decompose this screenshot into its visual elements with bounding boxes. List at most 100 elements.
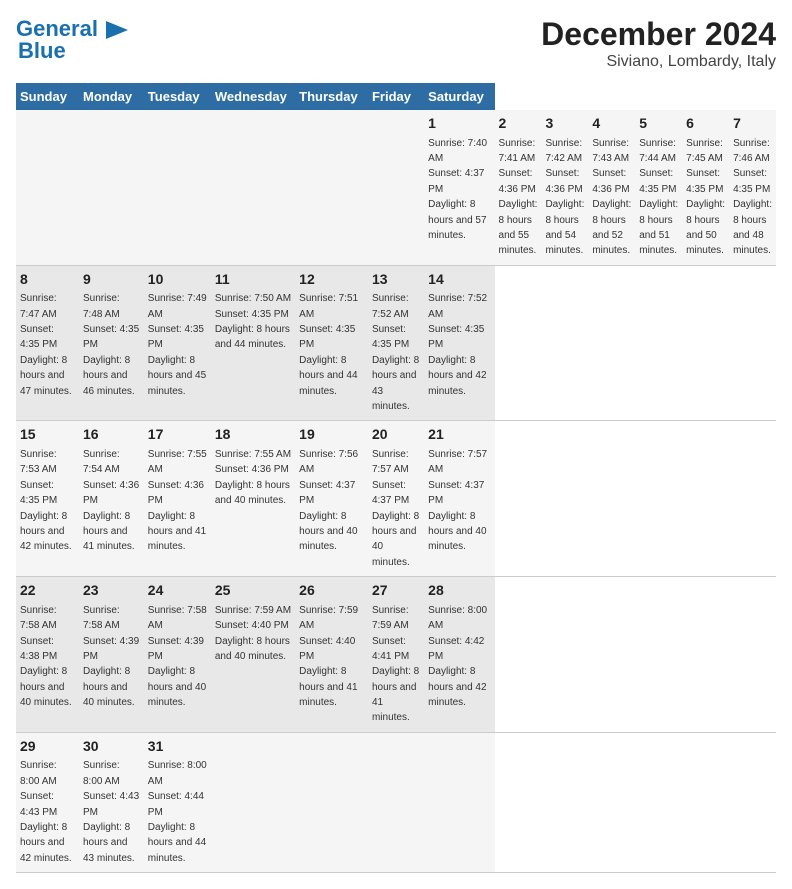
- day-info: Sunrise: 7:52 AMSunset: 4:35 PMDaylight:…: [428, 293, 487, 396]
- table-row: [368, 732, 424, 872]
- table-row: [79, 110, 144, 265]
- day-info: Sunrise: 7:55 AMSunset: 4:36 PMDaylight:…: [148, 449, 207, 552]
- day-number: 8: [20, 270, 75, 290]
- day-number: 4: [592, 114, 631, 134]
- calendar-week-row: 29Sunrise: 8:00 AMSunset: 4:43 PMDayligh…: [16, 732, 776, 872]
- calendar-title: December 2024: [541, 16, 776, 53]
- day-info: Sunrise: 7:59 AMSunset: 4:40 PMDaylight:…: [215, 605, 291, 662]
- day-number: 12: [299, 270, 364, 290]
- col-thursday: Thursday: [295, 83, 368, 110]
- table-row: 5Sunrise: 7:44 AMSunset: 4:35 PMDaylight…: [635, 110, 682, 265]
- table-row: 30 Sunrise: 8:00 AMSunset: 4:43 PMDayligh…: [79, 732, 144, 872]
- table-row: 28 Sunrise: 8:00 AMSunset: 4:42 PMDayligh…: [424, 577, 494, 733]
- logo-arrow-icon: [106, 21, 128, 39]
- day-number: 15: [20, 425, 75, 445]
- table-row: 18 Sunrise: 7:55 AMSunset: 4:36 PMDayligh…: [211, 421, 295, 577]
- calendar-header-row: Sunday Monday Tuesday Wednesday Thursday…: [16, 83, 776, 110]
- table-row: 22 Sunrise: 7:58 AMSunset: 4:38 PMDayligh…: [16, 577, 79, 733]
- day-info: Sunrise: 8:00 AMSunset: 4:43 PMDaylight:…: [20, 760, 72, 863]
- col-tuesday: Tuesday: [144, 83, 211, 110]
- table-row: 11 Sunrise: 7:50 AMSunset: 4:35 PMDayligh…: [211, 265, 295, 421]
- day-info: Sunrise: 7:56 AMSunset: 4:37 PMDaylight:…: [299, 449, 358, 552]
- day-number: 19: [299, 425, 364, 445]
- day-number: 21: [428, 425, 490, 445]
- calendar-week-row: 15 Sunrise: 7:53 AMSunset: 4:35 PMDayligh…: [16, 421, 776, 577]
- table-row: 4Sunrise: 7:43 AMSunset: 4:36 PMDaylight…: [588, 110, 635, 265]
- calendar-title-block: December 2024 Siviano, Lombardy, Italy: [541, 16, 776, 71]
- table-row: 24Sunrise: 7:58 AMSunset: 4:39 PMDayligh…: [144, 577, 211, 733]
- day-number: 28: [428, 581, 490, 601]
- table-row: 13Sunrise: 7:52 AMSunset: 4:35 PMDayligh…: [368, 265, 424, 421]
- day-number: 31: [148, 737, 207, 757]
- day-info: Sunrise: 7:46 AMSunset: 4:35 PMDaylight:…: [733, 138, 772, 257]
- day-info: Sunrise: 7:55 AMSunset: 4:36 PMDaylight:…: [215, 449, 291, 506]
- table-row: [295, 732, 368, 872]
- table-row: 27Sunrise: 7:59 AMSunset: 4:41 PMDayligh…: [368, 577, 424, 733]
- logo-subtext: Blue: [18, 38, 66, 64]
- day-number: 2: [499, 114, 538, 134]
- day-number: 14: [428, 270, 490, 290]
- day-number: 17: [148, 425, 207, 445]
- table-row: 26 Sunrise: 7:59 AMSunset: 4:40 PMDayligh…: [295, 577, 368, 733]
- day-info: Sunrise: 8:00 AMSunset: 4:44 PMDaylight:…: [148, 760, 207, 863]
- day-info: Sunrise: 7:41 AMSunset: 4:36 PMDaylight:…: [499, 138, 538, 257]
- table-row: 12 Sunrise: 7:51 AMSunset: 4:35 PMDayligh…: [295, 265, 368, 421]
- col-monday: Monday: [79, 83, 144, 110]
- day-number: 3: [545, 114, 584, 134]
- table-row: [211, 732, 295, 872]
- day-number: 26: [299, 581, 364, 601]
- day-info: Sunrise: 7:51 AMSunset: 4:35 PMDaylight:…: [299, 293, 358, 396]
- day-info: Sunrise: 8:00 AMSunset: 4:43 PMDaylight:…: [83, 760, 139, 863]
- day-info: Sunrise: 7:50 AMSunset: 4:35 PMDaylight:…: [215, 293, 291, 350]
- table-row: 16Sunrise: 7:54 AMSunset: 4:36 PMDayligh…: [79, 421, 144, 577]
- table-row: [424, 732, 494, 872]
- table-row: 2 Sunrise: 7:41 AMSunset: 4:36 PMDaylight…: [495, 110, 542, 265]
- table-row: 7 Sunrise: 7:46 AMSunset: 4:35 PMDaylight…: [729, 110, 776, 265]
- table-row: 9 Sunrise: 7:48 AMSunset: 4:35 PMDaylight…: [79, 265, 144, 421]
- table-row: 6 Sunrise: 7:45 AMSunset: 4:35 PMDaylight…: [682, 110, 729, 265]
- day-info: Sunrise: 7:45 AMSunset: 4:35 PMDaylight:…: [686, 138, 725, 257]
- table-row: 14 Sunrise: 7:52 AMSunset: 4:35 PMDayligh…: [424, 265, 494, 421]
- table-row: 8 Sunrise: 7:47 AMSunset: 4:35 PMDaylight…: [16, 265, 79, 421]
- day-info: Sunrise: 8:00 AMSunset: 4:42 PMDaylight:…: [428, 605, 487, 708]
- day-info: Sunrise: 7:48 AMSunset: 4:35 PMDaylight:…: [83, 293, 139, 396]
- day-number: 20: [372, 425, 420, 445]
- day-info: Sunrise: 7:49 AMSunset: 4:35 PMDaylight:…: [148, 293, 207, 396]
- day-info: Sunrise: 7:59 AMSunset: 4:40 PMDaylight:…: [299, 605, 358, 708]
- day-number: 11: [215, 270, 291, 290]
- calendar-subtitle: Siviano, Lombardy, Italy: [541, 53, 776, 71]
- day-number: 16: [83, 425, 140, 445]
- table-row: [144, 110, 211, 265]
- day-number: 1: [428, 114, 490, 134]
- page-header: General Blue December 2024 Siviano, Lomb…: [16, 16, 776, 71]
- day-number: 7: [733, 114, 772, 134]
- table-row: 31 Sunrise: 8:00 AMSunset: 4:44 PMDayligh…: [144, 732, 211, 872]
- calendar-week-row: 22 Sunrise: 7:58 AMSunset: 4:38 PMDayligh…: [16, 577, 776, 733]
- day-number: 30: [83, 737, 140, 757]
- table-row: 17 Sunrise: 7:55 AMSunset: 4:36 PMDayligh…: [144, 421, 211, 577]
- table-row: [211, 110, 295, 265]
- day-number: 6: [686, 114, 725, 134]
- day-number: 22: [20, 581, 75, 601]
- table-row: [16, 110, 79, 265]
- table-row: 15 Sunrise: 7:53 AMSunset: 4:35 PMDayligh…: [16, 421, 79, 577]
- table-row: 23Sunrise: 7:58 AMSunset: 4:39 PMDayligh…: [79, 577, 144, 733]
- day-number: 23: [83, 581, 140, 601]
- table-row: 1 Sunrise: 7:40 AMSunset: 4:37 PMDaylight…: [424, 110, 494, 265]
- day-number: 5: [639, 114, 678, 134]
- calendar-week-row: 1 Sunrise: 7:40 AMSunset: 4:37 PMDaylight…: [16, 110, 776, 265]
- day-info: Sunrise: 7:47 AMSunset: 4:35 PMDaylight:…: [20, 293, 72, 396]
- table-row: 29Sunrise: 8:00 AMSunset: 4:43 PMDayligh…: [16, 732, 79, 872]
- day-info: Sunrise: 7:58 AMSunset: 4:38 PMDaylight:…: [20, 605, 72, 708]
- day-info: Sunrise: 7:57 AMSunset: 4:37 PMDaylight:…: [428, 449, 487, 552]
- day-info: Sunrise: 7:40 AMSunset: 4:37 PMDaylight:…: [428, 138, 487, 241]
- col-friday: Friday: [368, 83, 424, 110]
- day-number: 9: [83, 270, 140, 290]
- day-info: Sunrise: 7:53 AMSunset: 4:35 PMDaylight:…: [20, 449, 72, 552]
- day-info: Sunrise: 7:57 AMSunset: 4:37 PMDaylight:…: [372, 449, 419, 568]
- table-row: 20 Sunrise: 7:57 AMSunset: 4:37 PMDayligh…: [368, 421, 424, 577]
- table-row: [295, 110, 368, 265]
- day-info: Sunrise: 7:58 AMSunset: 4:39 PMDaylight:…: [148, 605, 207, 708]
- day-info: Sunrise: 7:42 AMSunset: 4:36 PMDaylight:…: [545, 138, 584, 257]
- day-number: 18: [215, 425, 291, 445]
